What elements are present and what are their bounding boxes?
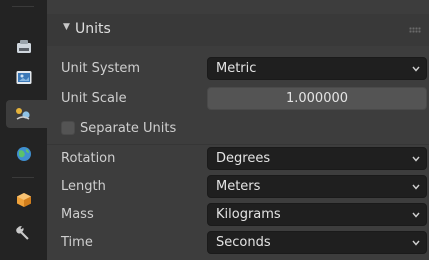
tab-world[interactable] [9,140,39,168]
length-label: Length [61,179,106,194]
unit-system-row: Unit System Metric [47,57,429,81]
separate-units-checkbox[interactable] [61,121,75,135]
length-dropdown[interactable]: Meters [207,175,427,198]
rotation-row: Rotation Degrees [47,147,429,171]
modifier-wrench-icon [16,226,29,240]
properties-editor: ▼ Units Unit System Metric Unit Scale 1.… [0,0,429,260]
separate-units-row: Separate Units [47,117,429,141]
tab-scene[interactable] [6,100,47,128]
tab-divider [12,6,34,7]
rotation-value: Degrees [216,151,271,166]
unit-scale-row: Unit Scale 1.000000 [47,87,429,111]
tab-render[interactable] [9,34,39,62]
separate-units-label[interactable]: Separate Units [80,121,176,136]
scene-icon [15,108,30,120]
panel-divider [47,144,429,145]
time-value: Seconds [216,235,271,250]
chevron-down-icon [412,156,420,162]
tab-output[interactable] [9,64,39,92]
tab-object[interactable] [9,186,39,214]
rotation-label: Rotation [61,151,116,166]
unit-system-label: Unit System [61,61,141,76]
rotation-dropdown[interactable]: Degrees [207,147,427,170]
chevron-down-icon [412,240,420,246]
chevron-down-icon [412,184,420,190]
tab-modifiers[interactable] [9,218,39,246]
mass-label: Mass [61,207,94,222]
chevron-down-icon [412,66,420,72]
unit-scale-label: Unit Scale [61,91,127,106]
unit-scale-field[interactable]: 1.000000 [207,87,427,110]
units-panel: ▼ Units Unit System Metric Unit Scale 1.… [47,0,429,260]
mass-dropdown[interactable]: Kilograms [207,203,427,226]
time-row: Time Seconds [47,231,429,255]
tab-divider [12,177,34,178]
chevron-down-icon [412,212,420,218]
panel-top-strip [47,0,429,14]
drag-grip-icon[interactable] [409,27,421,33]
mass-row: Mass Kilograms [47,203,429,227]
unit-system-value: Metric [216,61,257,76]
time-label: Time [61,235,93,250]
panel-title: Units [75,21,111,37]
object-icon [17,193,31,207]
properties-tab-strip [0,0,47,260]
mass-value: Kilograms [216,207,281,222]
unit-system-dropdown[interactable]: Metric [207,57,427,80]
output-icon [16,71,32,84]
render-icon [17,40,31,53]
length-value: Meters [216,179,261,194]
expand-arrow-icon[interactable]: ▼ [63,22,70,32]
panel-header[interactable]: ▼ Units [47,14,429,46]
time-dropdown[interactable]: Seconds [207,231,427,254]
length-row: Length Meters [47,175,429,199]
world-icon [17,147,31,161]
